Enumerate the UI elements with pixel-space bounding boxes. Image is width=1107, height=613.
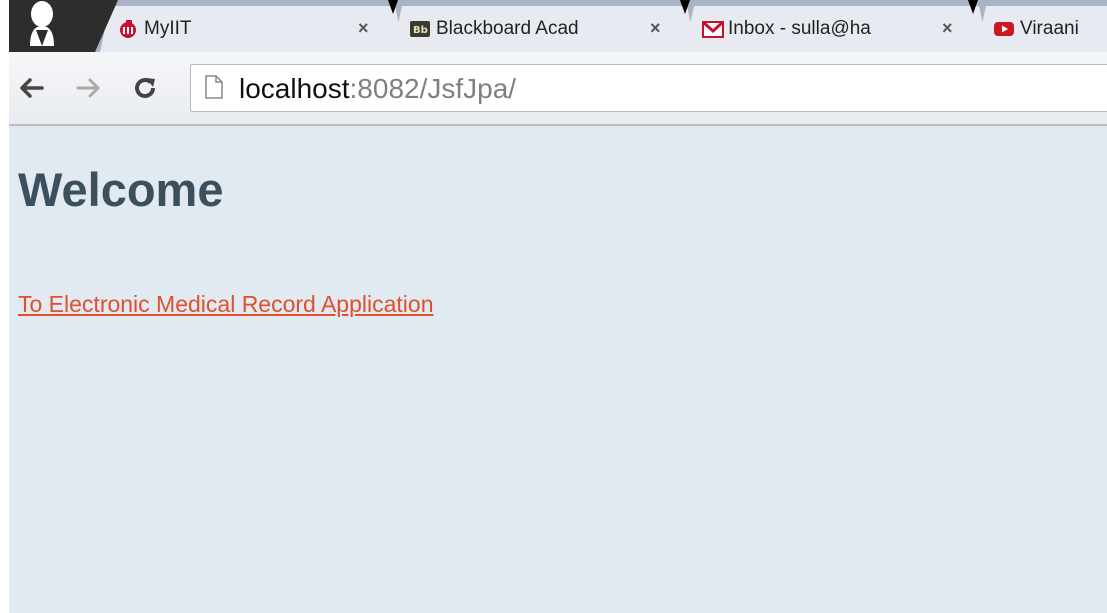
profile-avatar-icon — [30, 1, 54, 46]
tab-strip: MyIIT × Bb Blackboard Acad × Inbox - sul… — [0, 0, 1107, 52]
reload-icon — [135, 78, 155, 98]
youtube-icon — [994, 19, 1014, 39]
svg-text:Bb: Bb — [413, 25, 428, 36]
tab-title: Viraani — [1020, 18, 1079, 39]
window-left-edge — [0, 0, 9, 613]
browser-window: MyIIT × Bb Blackboard Acad × Inbox - sul… — [0, 0, 1107, 613]
url-path: :8082/JsfJpa/ — [349, 73, 517, 104]
emr-application-link[interactable]: To Electronic Medical Record Application — [18, 291, 433, 318]
tab-myiit[interactable]: MyIIT × — [100, 6, 405, 52]
tab-close-icon[interactable]: × — [650, 18, 661, 39]
page-title: Welcome — [18, 163, 224, 216]
tab-close-icon[interactable]: × — [358, 18, 369, 39]
back-button[interactable] — [16, 70, 46, 106]
reload-button[interactable] — [130, 70, 160, 106]
tab-title: MyIIT — [144, 18, 192, 39]
gmail-icon — [702, 19, 724, 39]
tab-title: Blackboard Acad — [436, 18, 579, 39]
browser-toolbar: localhost:8082/JsfJpa/ — [0, 52, 1107, 126]
forward-arrow-icon — [76, 78, 100, 98]
url-host: localhost — [239, 73, 350, 104]
tab-inbox[interactable]: Inbox - sulla@ha × — [684, 6, 989, 52]
tab-separator — [968, 0, 978, 14]
tab-separator — [388, 0, 398, 14]
blackboard-icon: Bb — [410, 19, 430, 39]
forward-button[interactable] — [74, 70, 104, 106]
profile-area[interactable] — [0, 0, 118, 52]
myiit-icon — [118, 19, 138, 39]
url-text[interactable]: localhost:8082/JsfJpa/ — [239, 73, 516, 105]
tab-blackboard[interactable]: Bb Blackboard Acad × — [392, 6, 697, 52]
tab-separator — [680, 0, 690, 14]
page-icon — [205, 75, 223, 99]
tab-title: Inbox - sulla@ha — [728, 18, 871, 39]
address-bar[interactable]: localhost:8082/JsfJpa/ — [190, 64, 1107, 112]
tab-viraani[interactable]: Viraani — [976, 6, 1107, 52]
page-content: Welcome To Electronic Medical Record App… — [0, 126, 1107, 613]
back-arrow-icon — [20, 78, 44, 98]
tab-close-icon[interactable]: × — [942, 18, 953, 39]
